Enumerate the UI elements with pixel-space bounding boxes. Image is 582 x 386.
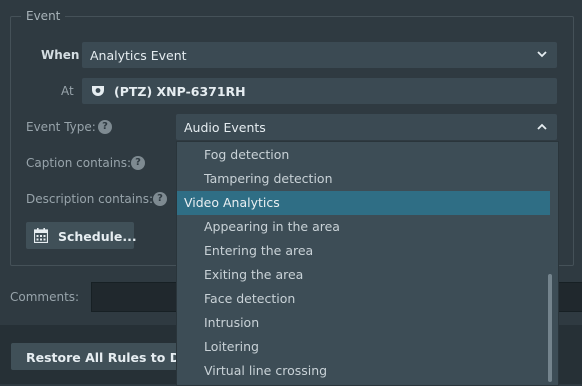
chevron-up-icon bbox=[537, 123, 547, 130]
help-icon[interactable]: ? bbox=[131, 156, 145, 170]
help-icon[interactable]: ? bbox=[153, 192, 167, 206]
at-device-name: (PTZ) XNP-6371RH bbox=[114, 84, 246, 99]
when-value: Analytics Event bbox=[90, 48, 187, 63]
event-type-combobox[interactable]: Audio Events bbox=[176, 114, 557, 140]
chevron-down-icon bbox=[537, 51, 547, 58]
schedule-button-label: Schedule... bbox=[58, 229, 137, 244]
restore-defaults-button[interactable]: Restore All Rules to Defau bbox=[11, 343, 201, 370]
dome-camera-icon bbox=[92, 86, 104, 96]
event-type-value: Audio Events bbox=[184, 120, 266, 135]
when-combobox[interactable]: Analytics Event bbox=[82, 42, 557, 68]
caption-label: Caption contains: bbox=[26, 156, 131, 170]
list-item[interactable]: Fog detection bbox=[177, 143, 550, 167]
list-item[interactable]: Appearing in the area bbox=[177, 215, 550, 239]
event-groupbox-title: Event bbox=[21, 9, 66, 23]
calendar-icon bbox=[34, 228, 48, 243]
help-icon[interactable]: ? bbox=[98, 120, 112, 134]
list-item[interactable]: Loitering bbox=[177, 335, 550, 359]
restore-defaults-label: Restore All Rules to Defau bbox=[26, 350, 201, 365]
list-item[interactable]: Intrusion bbox=[177, 311, 550, 335]
dropdown-scrollbar-thumb[interactable] bbox=[548, 274, 552, 382]
list-item[interactable]: Exiting the area bbox=[177, 263, 550, 287]
list-item[interactable]: Tampering detection bbox=[177, 167, 550, 191]
list-item[interactable]: Virtual line crossing bbox=[177, 359, 550, 383]
comments-label: Comments: bbox=[10, 290, 80, 304]
when-label: When bbox=[41, 48, 80, 62]
at-label: At bbox=[61, 84, 74, 98]
list-item[interactable]: Face detection bbox=[177, 287, 550, 311]
list-item-group-video-analytics[interactable]: Video Analytics bbox=[177, 191, 550, 215]
at-device-field[interactable]: (PTZ) XNP-6371RH bbox=[82, 78, 557, 104]
description-label: Description contains: bbox=[26, 192, 153, 206]
schedule-button[interactable]: Schedule... bbox=[26, 222, 137, 249]
event-type-label: Event Type: bbox=[26, 120, 96, 134]
event-type-dropdown-list[interactable]: Fog detection Tampering detection Video … bbox=[176, 141, 559, 386]
list-item[interactable]: Entering the area bbox=[177, 239, 550, 263]
